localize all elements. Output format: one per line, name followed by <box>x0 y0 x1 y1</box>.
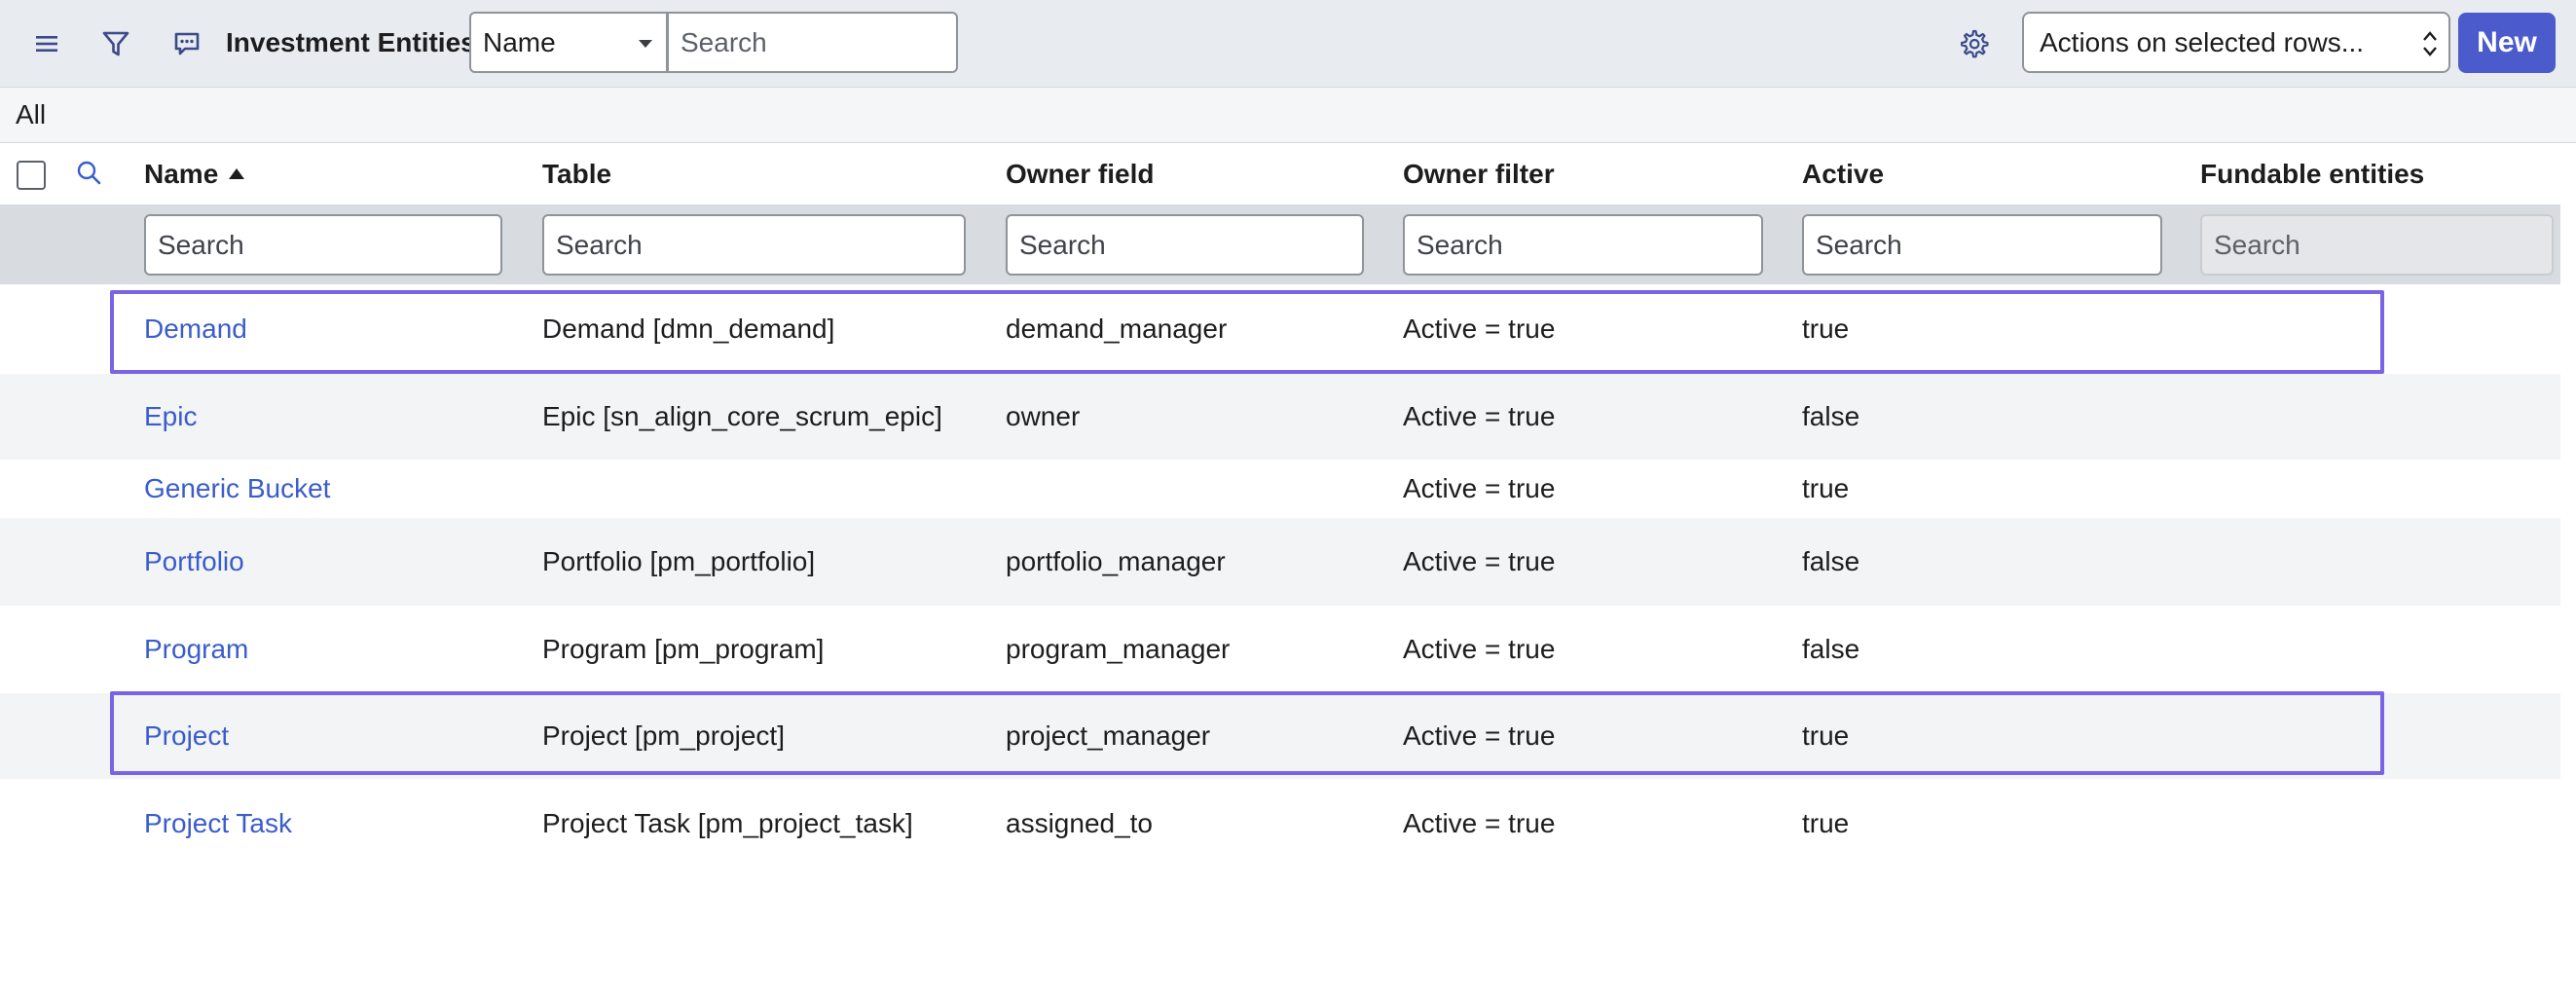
row-name-link[interactable]: Epic <box>144 374 197 460</box>
list-view: Investment Entities Name Actions on sele… <box>0 0 2576 997</box>
name-search-input[interactable] <box>144 214 502 276</box>
table-row: Portfolio Portfolio [pm_portfolio] portf… <box>0 518 2576 606</box>
column-header-fundable-entities[interactable]: Fundable entities <box>2200 144 2424 204</box>
row-table-cell: Epic [sn_align_core_scrum_epic] <box>542 401 942 431</box>
row-name-link[interactable]: Demand <box>144 284 247 374</box>
select-all-checkbox[interactable] <box>17 161 46 190</box>
actions-on-selected-rows-select[interactable]: Actions on selected rows... <box>2022 12 2450 73</box>
row-table-cell: Program [pm_program] <box>542 634 825 664</box>
row-table-cell: Demand [dmn_demand] <box>542 314 835 344</box>
comment-bubble-icon[interactable] <box>166 22 208 65</box>
row-owner-filter-cell: Active = true <box>1403 720 1556 751</box>
row-owner-filter-cell: Active = true <box>1403 546 1556 576</box>
search-input[interactable] <box>668 12 958 73</box>
column-header-name[interactable]: Name <box>144 144 218 204</box>
owner-field-search-input[interactable] <box>1006 214 1364 276</box>
filter-funnel-icon[interactable] <box>94 22 137 65</box>
row-active-cell: true <box>1802 720 1850 751</box>
hamburger-menu-icon[interactable] <box>25 22 68 65</box>
row-name-link[interactable]: Program <box>144 606 248 693</box>
actions-select-value: Actions on selected rows... <box>2040 27 2365 57</box>
table-row: Program Program [pm_program] program_man… <box>0 606 2576 693</box>
column-header-table[interactable]: Table <box>542 144 611 204</box>
list-header: Investment Entities Name Actions on sele… <box>0 0 2576 88</box>
row-name-link[interactable]: Generic Bucket <box>144 460 330 518</box>
row-table-cell: Project [pm_project] <box>542 720 785 751</box>
breadcrumb[interactable]: All <box>16 88 46 142</box>
sort-ascending-icon[interactable] <box>229 168 244 179</box>
row-owner-filter-cell: Active = true <box>1403 634 1556 664</box>
owner-filter-search-input[interactable] <box>1403 214 1763 276</box>
row-owner-field-cell: portfolio_manager <box>1006 546 1226 576</box>
row-name-link[interactable]: Portfolio <box>144 518 244 606</box>
table-row: Generic Bucket Active = true true <box>0 460 2576 518</box>
table-row: Project Task Project Task [pm_project_ta… <box>0 779 2576 868</box>
row-owner-filter-cell: Active = true <box>1403 401 1556 431</box>
table-row: Project Project [pm_project] project_man… <box>0 693 2576 779</box>
row-active-cell: true <box>1802 473 1850 503</box>
row-owner-filter-cell: Active = true <box>1403 314 1556 344</box>
table-row: Demand Demand [dmn_demand] demand_manage… <box>0 284 2576 374</box>
row-active-cell: true <box>1802 314 1850 344</box>
gear-icon[interactable] <box>1953 22 1996 65</box>
row-table-cell: Project Task [pm_project_task] <box>542 808 913 838</box>
new-button[interactable]: New <box>2458 13 2556 73</box>
row-name-link[interactable]: Project Task <box>144 779 292 868</box>
row-owner-filter-cell: Active = true <box>1403 473 1556 503</box>
row-owner-field-cell: project_manager <box>1006 720 1211 751</box>
column-header-owner-field[interactable]: Owner field <box>1006 144 1154 204</box>
active-search-input[interactable] <box>1802 214 2162 276</box>
search-field-value: Name <box>483 27 556 57</box>
chevron-down-icon <box>639 40 652 48</box>
row-table-cell: Portfolio [pm_portfolio] <box>542 546 816 576</box>
column-header-row: Name Table Owner field Owner filter Acti… <box>0 144 2576 204</box>
row-active-cell: false <box>1802 634 1860 664</box>
up-down-arrows-icon <box>2423 31 2437 56</box>
search-field-select[interactable]: Name <box>469 12 668 73</box>
column-header-active[interactable]: Active <box>1802 144 1884 204</box>
row-owner-filter-cell: Active = true <box>1403 808 1556 838</box>
page-title: Investment Entities <box>226 27 476 57</box>
table-search-input[interactable] <box>542 214 966 276</box>
row-owner-field-cell: owner <box>1006 401 1081 431</box>
row-active-cell: false <box>1802 401 1860 431</box>
clipped-right-edge <box>2560 144 2576 997</box>
row-active-cell: true <box>1802 808 1850 838</box>
table-row: Epic Epic [sn_align_core_scrum_epic] own… <box>0 374 2576 460</box>
row-owner-field-cell: assigned_to <box>1006 808 1154 838</box>
row-active-cell: false <box>1802 546 1860 576</box>
breadcrumb-bar: All <box>0 88 2576 143</box>
row-owner-field-cell: demand_manager <box>1006 314 1228 344</box>
row-name-link[interactable]: Project <box>144 693 229 779</box>
column-search-row <box>0 204 2576 284</box>
column-header-owner-filter[interactable]: Owner filter <box>1403 144 1555 204</box>
magnifier-icon[interactable] <box>74 158 105 189</box>
row-owner-field-cell: program_manager <box>1006 634 1231 664</box>
fundable-entities-search-input <box>2200 214 2554 276</box>
